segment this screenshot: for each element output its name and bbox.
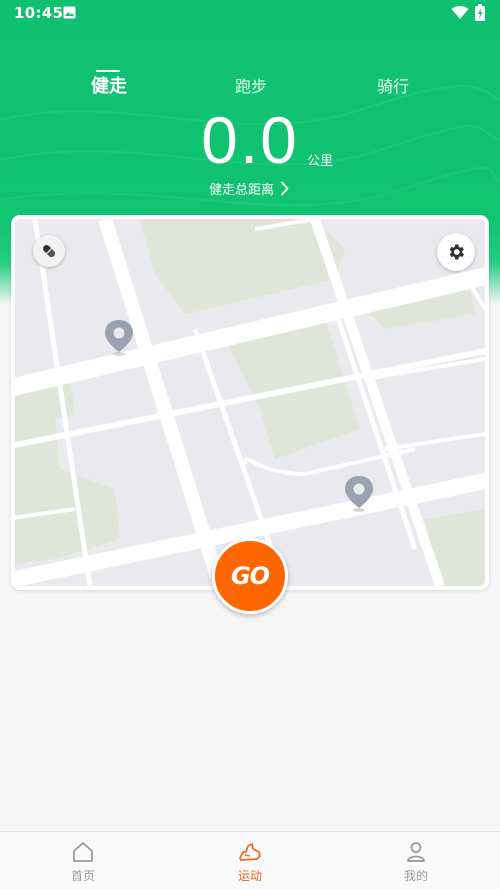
map-card [11,215,489,590]
nav-label-profile: 我的 [403,869,428,883]
nav-item-profile[interactable]: 我的 [366,832,466,889]
gear-icon [449,244,464,260]
pill-button[interactable] [33,235,65,267]
go-button[interactable]: GO [212,538,288,614]
distance-unit: 公里 [307,154,334,169]
nav-label-home: 首页 [70,869,95,883]
person-icon [407,842,425,862]
chevron-right-icon[interactable] [280,181,290,196]
map-settings-button[interactable] [437,233,475,271]
pill-icon [43,245,55,257]
nav-item-home[interactable]: 首页 [33,832,133,889]
map-tiles [15,219,485,586]
total-distance-value: 0.0 [201,103,299,177]
location-pin-icon[interactable] [102,318,136,358]
tab-running[interactable]: 跑步 [235,73,267,97]
bottom-navigation: 首页 运动 我的 [0,831,500,889]
status-time: 10:45 [14,4,64,22]
nav-item-sport[interactable]: 运动 [200,832,300,889]
sport-tabs: 健走 跑步 骑行 [0,70,500,103]
battery-icon [475,4,485,21]
tab-cycling[interactable]: 骑行 [377,73,409,97]
status-bar: 10:45 [0,0,500,26]
go-button-label: GO [230,562,270,590]
map-view[interactable] [15,219,485,586]
home-icon [73,842,93,862]
total-distance-link[interactable]: 健走总距离 [209,179,274,198]
image-notification-icon [63,6,76,19]
tab-walking[interactable]: 健走 [91,72,127,98]
wifi-icon [451,6,469,19]
nav-label-sport: 运动 [237,869,262,883]
location-pin-icon[interactable] [342,474,376,514]
sneaker-icon [239,843,261,861]
